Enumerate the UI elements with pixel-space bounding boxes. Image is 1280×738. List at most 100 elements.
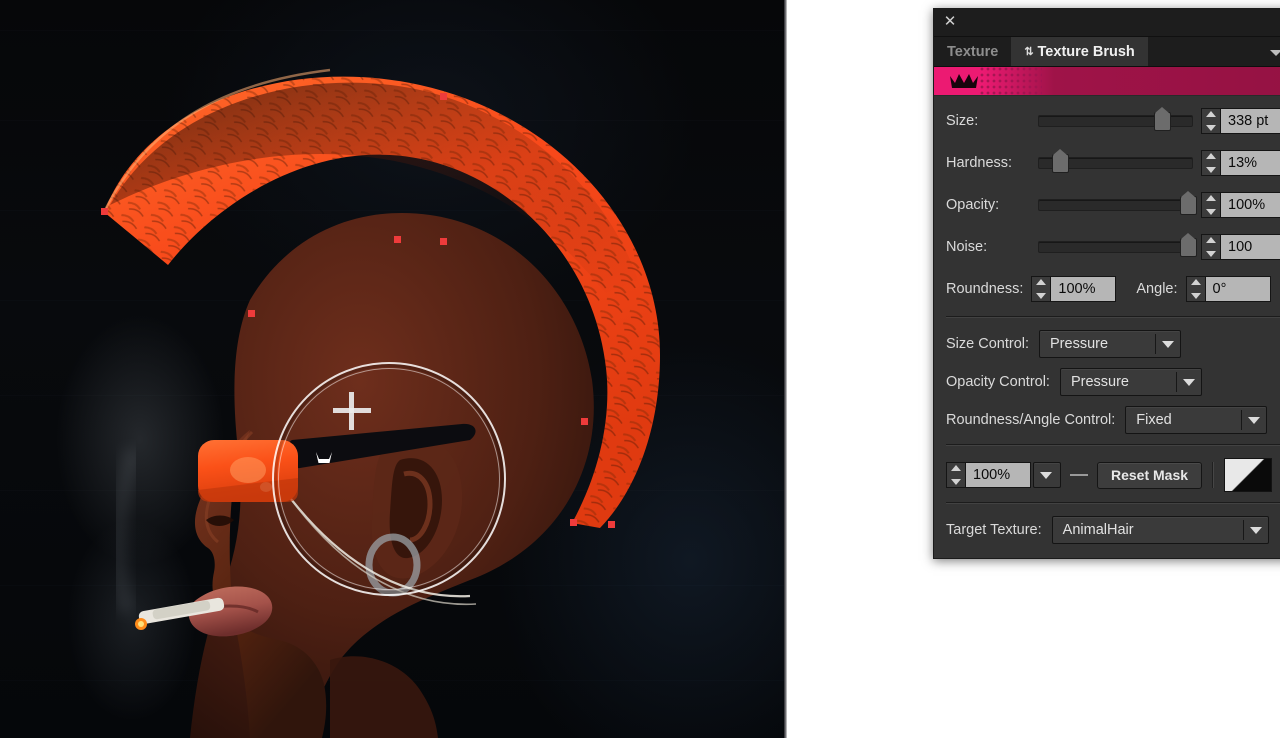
texture-brush-panel: ✕ Texture ⇅ Texture Brush [933, 8, 1280, 559]
mask-gradient-swatch[interactable] [1224, 458, 1272, 492]
path-anchor[interactable] [101, 208, 108, 215]
opacity-slider[interactable] [1038, 199, 1193, 211]
artwork-canvas[interactable] [0, 0, 787, 738]
canvas-border [784, 0, 787, 738]
tabstrip-filler [1148, 37, 1280, 66]
roundness-stepper[interactable]: 100% [1031, 276, 1116, 302]
tab-texture-brush[interactable]: ⇅ Texture Brush [1011, 37, 1147, 66]
hardness-slider-knob[interactable] [1052, 154, 1069, 173]
sort-glyph-icon: ⇅ [1024, 45, 1032, 58]
opacity-value[interactable]: 100% [1221, 193, 1280, 217]
opacity-control-value: Pressure [1061, 369, 1176, 395]
neck [330, 656, 438, 738]
opacity-control-label: Opacity Control: [946, 374, 1050, 390]
opacity-stepper[interactable]: 100% [1201, 192, 1280, 218]
angle-value[interactable]: 0° [1206, 277, 1270, 301]
size-control-dropdown[interactable]: Pressure [1039, 330, 1181, 358]
mask-opacity-stepper[interactable]: 100% [946, 462, 1031, 488]
row-opacity: Opacity: 100% [934, 190, 1280, 220]
size-stepper-buttons[interactable] [1202, 109, 1221, 133]
path-anchor[interactable] [440, 238, 447, 245]
size-value[interactable]: 338 pt [1221, 109, 1280, 133]
path-anchor[interactable] [608, 521, 615, 528]
row-roundness-angle-control: Roundness/Angle Control: Fixed [934, 406, 1280, 434]
path-anchor[interactable] [440, 93, 447, 100]
panel-tabstrip: Texture ⇅ Texture Brush [934, 37, 1280, 67]
size-control-value: Pressure [1040, 331, 1155, 357]
row-size-control: Size Control: Pressure [934, 330, 1280, 358]
path-anchor[interactable] [394, 236, 401, 243]
opacity-slider-knob[interactable] [1180, 196, 1197, 215]
row-noise: Noise: 100 [934, 232, 1280, 262]
divider-mask [946, 444, 1280, 446]
noise-slider[interactable] [1038, 241, 1193, 253]
path-anchor[interactable] [248, 310, 255, 317]
opacity-control-dropdown[interactable]: Pressure [1060, 368, 1202, 396]
roundness-value[interactable]: 100% [1051, 277, 1115, 301]
chevron-down-icon [1156, 331, 1180, 357]
roundness-angle-control-label: Roundness/Angle Control: [946, 412, 1115, 428]
hardness-value[interactable]: 13% [1221, 151, 1280, 175]
crown-icon [948, 72, 980, 90]
mask-opacity-stepper-buttons[interactable] [947, 463, 966, 487]
character-artwork [0, 0, 787, 738]
row-mask: 100% Reset Mask [934, 458, 1280, 492]
roundness-angle-control-dropdown[interactable]: Fixed [1125, 406, 1267, 434]
noise-stepper[interactable]: 100 [1201, 234, 1280, 260]
row-roundness-angle: Roundness: 100% Angle: 0° [934, 274, 1280, 304]
row-target-texture: Target Texture: AnimalHair [934, 516, 1280, 544]
noise-value[interactable]: 100 [1221, 235, 1280, 259]
hardness-label: Hardness: [946, 155, 1034, 171]
roundness-angle-control-value: Fixed [1126, 407, 1241, 433]
noise-stepper-buttons[interactable] [1202, 235, 1221, 259]
chevron-down-icon [1177, 369, 1201, 395]
panel-body: Size: 338 pt Hardness: 13% [934, 96, 1280, 544]
size-slider[interactable] [1038, 115, 1193, 127]
size-slider-knob[interactable] [1154, 112, 1171, 131]
mask-opacity-dropdown[interactable] [1033, 462, 1061, 488]
noise-slider-knob[interactable] [1180, 238, 1197, 257]
row-opacity-control: Opacity Control: Pressure [934, 368, 1280, 396]
divider-controls [946, 316, 1280, 318]
hardness-slider[interactable] [1038, 157, 1193, 169]
roundness-label: Roundness: [946, 281, 1023, 297]
angle-label: Angle: [1136, 281, 1177, 297]
chevron-down-icon [1244, 517, 1268, 543]
mask-opacity-value[interactable]: 100% [966, 463, 1030, 487]
close-icon[interactable]: ✕ [942, 14, 958, 30]
smoke [118, 450, 134, 612]
panel-titlebar[interactable]: ✕ [934, 9, 1280, 37]
chevron-down-icon [1242, 407, 1266, 433]
roundness-stepper-buttons[interactable] [1032, 277, 1051, 301]
divider-target [946, 502, 1280, 504]
row-hardness: Hardness: 13% [934, 148, 1280, 178]
preview-dither-edge [980, 67, 1042, 95]
separator-dash [1070, 474, 1088, 476]
opacity-label: Opacity: [946, 197, 1034, 213]
target-texture-dropdown[interactable]: AnimalHair [1052, 516, 1269, 544]
target-texture-label: Target Texture: [946, 522, 1042, 538]
target-texture-value: AnimalHair [1053, 517, 1243, 543]
reset-mask-button[interactable]: Reset Mask [1097, 462, 1202, 489]
size-control-label: Size Control: [946, 336, 1029, 352]
app-screen: ✕ Texture ⇅ Texture Brush [0, 0, 1280, 738]
opacity-stepper-buttons[interactable] [1202, 193, 1221, 217]
tab-texture[interactable]: Texture [934, 37, 1011, 66]
chevron-down-icon [1034, 463, 1058, 487]
panel-menu-icon[interactable] [1268, 46, 1280, 60]
tab-texture-brush-label: Texture Brush [1038, 44, 1135, 60]
lens-highlight [230, 457, 266, 483]
brush-preview-strip[interactable] [934, 67, 1280, 96]
angle-stepper[interactable]: 0° [1186, 276, 1271, 302]
size-label: Size: [946, 113, 1034, 129]
tab-texture-label: Texture [947, 44, 998, 60]
path-anchor[interactable] [581, 418, 588, 425]
size-stepper[interactable]: 338 pt [1201, 108, 1280, 134]
hardness-stepper-buttons[interactable] [1202, 151, 1221, 175]
vertical-separator [1212, 462, 1214, 488]
path-anchor[interactable] [570, 519, 577, 526]
hardness-stepper[interactable]: 13% [1201, 150, 1280, 176]
angle-stepper-buttons[interactable] [1187, 277, 1206, 301]
noise-label: Noise: [946, 239, 1034, 255]
row-size: Size: 338 pt [934, 106, 1280, 136]
